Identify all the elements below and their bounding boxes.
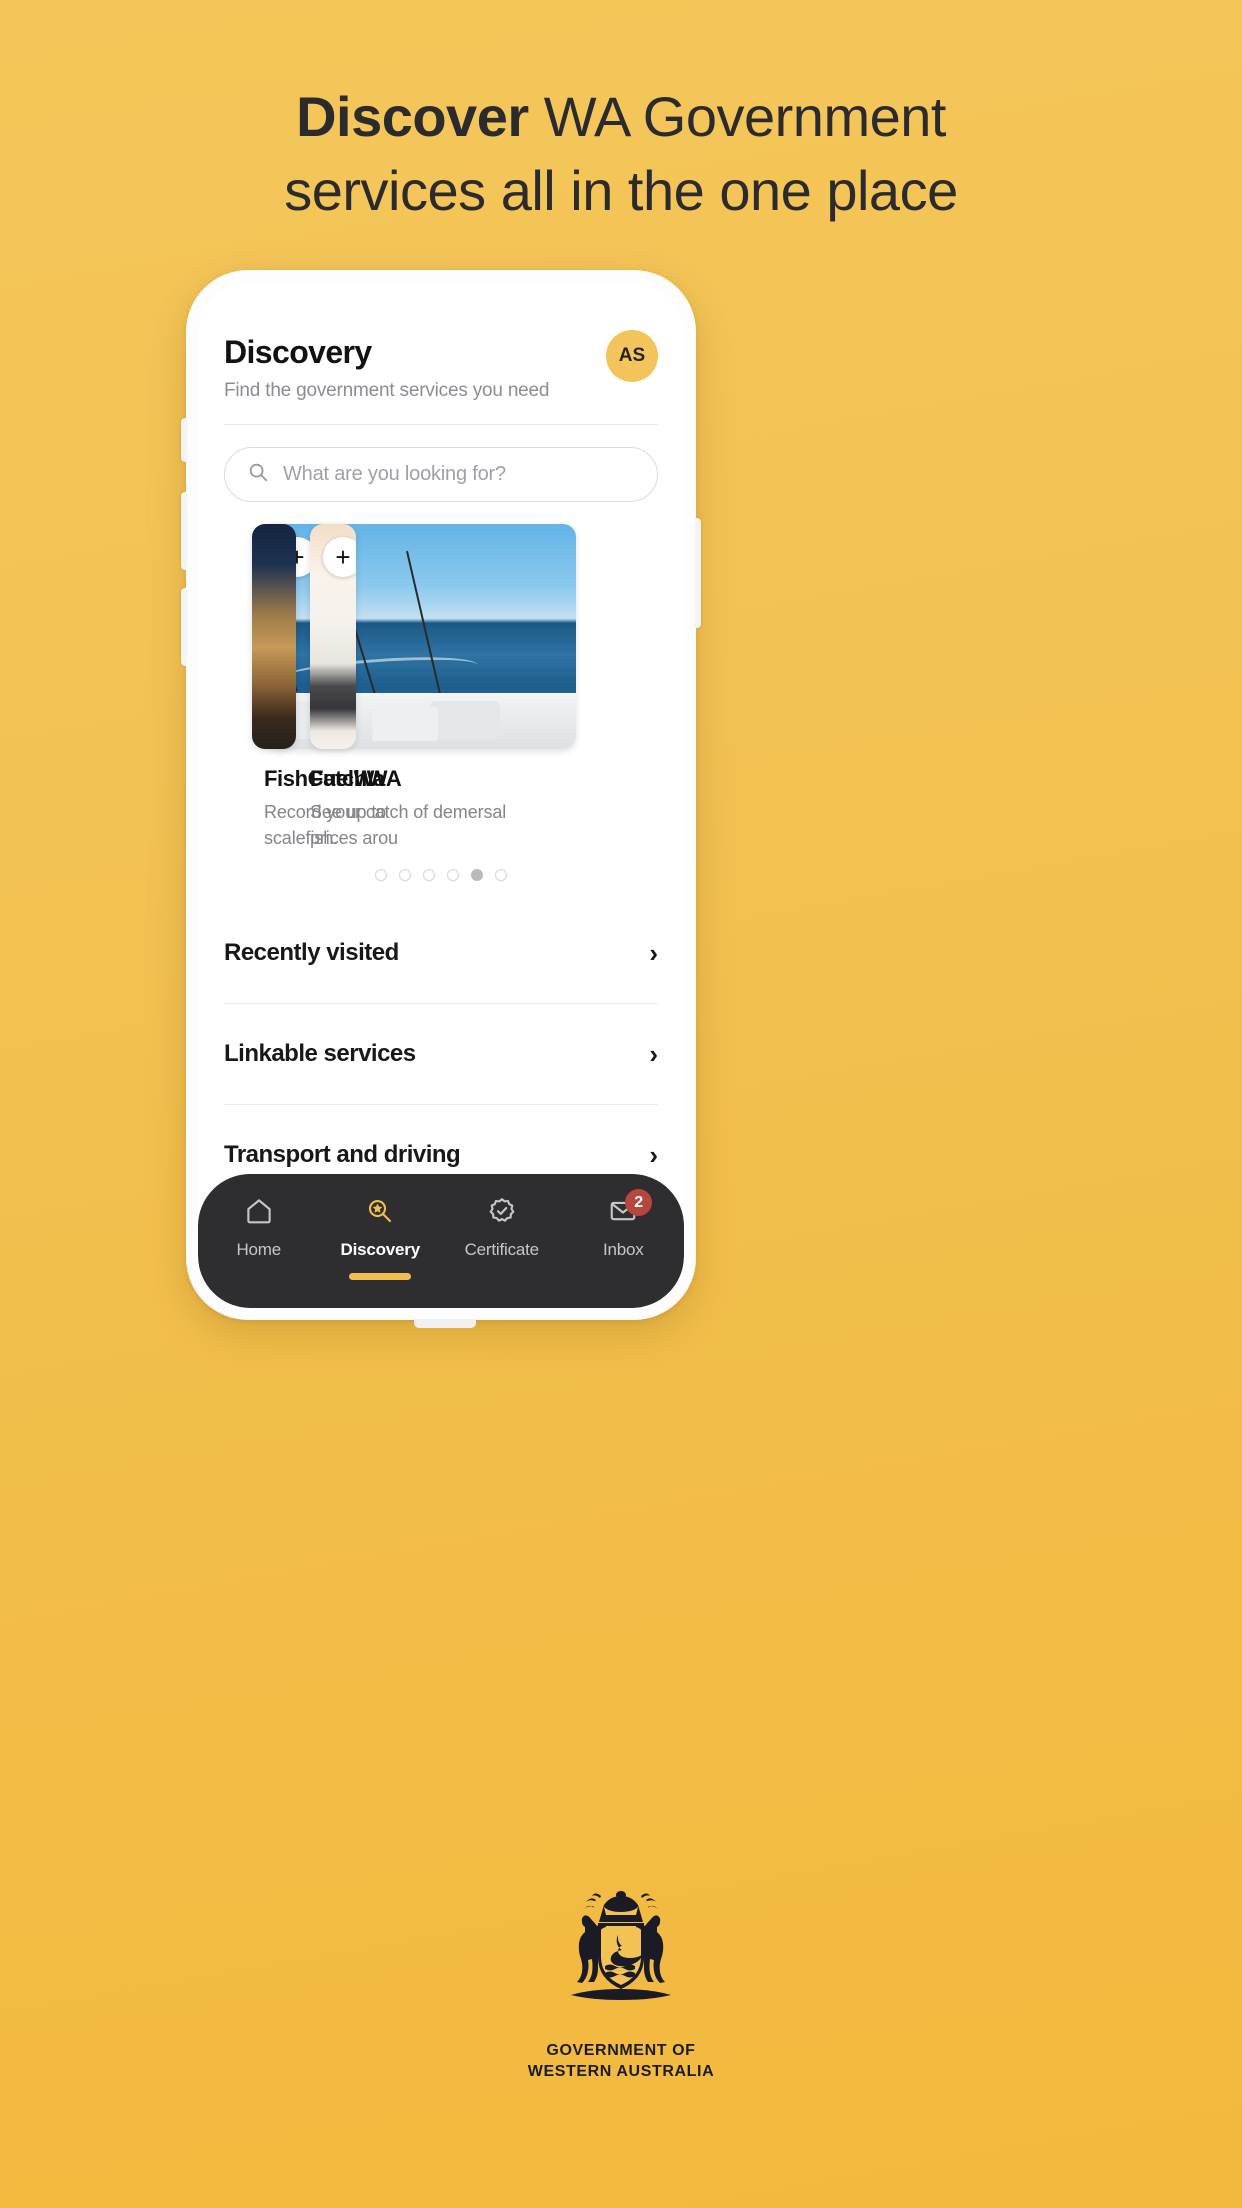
card-description-line-2: prices arou <box>310 828 398 849</box>
card-image-fuel-pump-photo: + <box>310 524 356 749</box>
crest-caption-line-2: WESTERN AUSTRALIA <box>527 2062 715 2080</box>
headline-emphasis: Discover <box>296 85 529 148</box>
carousel-dot-4[interactable] <box>471 869 483 882</box>
search-placeholder: What are you looking for? <box>283 463 506 485</box>
list-item-label: Transport and driving <box>224 1141 461 1169</box>
add-card-button[interactable]: + <box>323 537 356 577</box>
bottom-navigation[interactable]: Home Discovery Certificate Inbox 2 <box>198 1174 684 1308</box>
phone-silent-switch <box>181 418 187 462</box>
nav-tab-label: Inbox <box>602 1240 644 1259</box>
nav-tab-certificate[interactable]: Certificate <box>443 1196 561 1260</box>
phone-volume-up-button <box>181 492 187 570</box>
card-title: FuelWa <box>310 766 386 791</box>
notification-badge: 2 <box>625 1189 653 1216</box>
carousel-card-fuelwatch-partial[interactable]: + FuelWa See up to prices arou <box>310 524 398 851</box>
certificate-check-badge-icon <box>487 1196 517 1231</box>
nav-tab-label: Certificate <box>464 1240 540 1259</box>
carousel-dot-3[interactable] <box>447 869 459 882</box>
card-description: ngs and ent info. <box>198 766 296 818</box>
app-header: Discovery Find the government services y… <box>198 282 684 402</box>
carousel-pagination[interactable] <box>198 869 684 882</box>
fishing-rod-icon <box>406 550 444 708</box>
app-page-subtitle: Find the government services you need <box>224 380 550 401</box>
chevron-right-icon: › <box>649 1140 658 1171</box>
card-image-bushfire-photo <box>252 524 296 749</box>
nav-tab-home[interactable]: Home <box>200 1196 318 1260</box>
crest-caption: GOVERNMENT OF WESTERN AUSTRALIA <box>528 2041 715 2083</box>
phone-power-button <box>695 518 701 628</box>
list-item[interactable]: Recently visited › <box>224 903 658 1005</box>
card-description: See up to prices arou <box>310 799 560 851</box>
nav-tab-label: Discovery <box>340 1240 421 1259</box>
headline-line-2: services all in the one place <box>284 159 958 223</box>
card-description-line-1: See up to <box>310 802 387 822</box>
boat-wake <box>277 652 479 692</box>
list-item-label: Recently visited <box>224 939 399 967</box>
active-tab-indicator <box>349 1273 412 1280</box>
carousel-card-emergency-partial[interactable]: ngs and ent info. <box>252 524 296 851</box>
wa-coat-of-arms <box>571 1891 671 2000</box>
phone-volume-down-button <box>181 588 187 666</box>
footer-crest: GOVERNMENT OF WESTERN AUSTRALIA <box>0 1885 1242 2083</box>
app-page-title: Discovery <box>224 334 372 370</box>
carousel-dot-0[interactable] <box>375 869 387 882</box>
carousel-dot-5[interactable] <box>495 869 507 882</box>
chevron-right-icon: › <box>649 938 658 969</box>
nav-tab-label: Home <box>236 1240 282 1259</box>
headline-line-1: Discover WA Government <box>90 80 1152 154</box>
avatar[interactable]: AS <box>606 330 658 382</box>
list-item[interactable]: Linkable services › <box>224 1004 658 1106</box>
discovery-search-star-icon <box>365 1196 395 1231</box>
crest-caption-line-1: GOVERNMENT OF <box>546 2042 696 2059</box>
carousel-dot-1[interactable] <box>399 869 411 882</box>
chevron-right-icon: › <box>649 1039 658 1070</box>
search-input[interactable]: What are you looking for? <box>224 447 658 502</box>
headline-line-1-rest: WA Government <box>528 85 947 148</box>
avatar-initials: AS <box>618 345 646 366</box>
search-section: What are you looking for? <box>198 425 684 502</box>
search-icon <box>247 461 269 488</box>
nav-tab-discovery[interactable]: Discovery <box>321 1196 439 1280</box>
list-item-label: Linkable services <box>224 1040 416 1068</box>
phone-mockup: Discovery Find the government services y… <box>181 270 701 1328</box>
page-title: Discover WA Government services all in t… <box>0 80 1242 229</box>
home-icon <box>244 1196 274 1231</box>
carousel-dot-2[interactable] <box>423 869 435 882</box>
phone-screen: Discovery Find the government services y… <box>198 282 684 1308</box>
nav-tab-inbox[interactable]: Inbox 2 <box>564 1189 682 1260</box>
service-carousel[interactable]: + FishCatchWA Record your catch of demer… <box>198 524 684 851</box>
bushfire-photo <box>252 524 296 749</box>
